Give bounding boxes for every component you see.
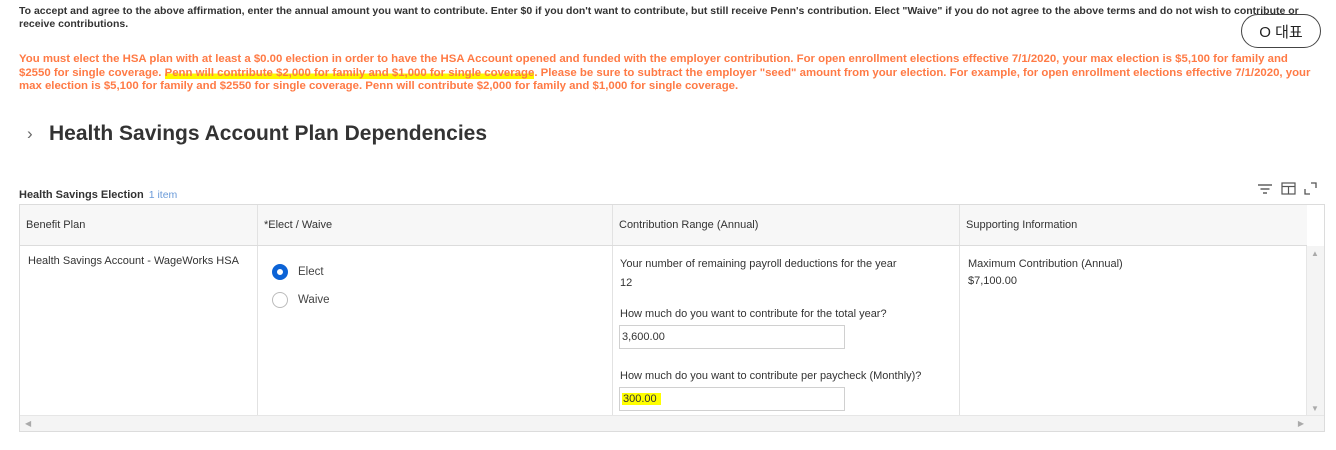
elect-option[interactable]: Elect: [272, 264, 324, 280]
scroll-up-icon[interactable]: ▲: [1311, 249, 1319, 258]
per-paycheck-amount-input[interactable]: 300.00: [619, 387, 845, 411]
elect-waive-cell: Elect Waive: [258, 246, 613, 416]
waive-label: Waive: [298, 294, 330, 306]
benefit-plan-name: Health Savings Account - WageWorks HSA: [28, 255, 239, 267]
column-header-supporting-info[interactable]: Supporting Information: [960, 205, 1307, 245]
expand-icon[interactable]: [1304, 182, 1317, 195]
elect-label: Elect: [298, 266, 324, 278]
section-title: Health Savings Account Plan Dependencies: [49, 122, 488, 145]
max-contribution-label: Maximum Contribution (Annual): [968, 258, 1123, 270]
highlighted-penn-contribution: Penn will contribute $2,000 for family a…: [164, 66, 535, 79]
affirmation-instructions: To accept and agree to the above affirma…: [19, 5, 1299, 30]
horizontal-scrollbar[interactable]: ◀ ▶: [20, 415, 1324, 431]
grid-header-row: Benefit Plan *Elect / Waive Contribution…: [20, 205, 1307, 246]
scroll-right-icon[interactable]: ▶: [1298, 419, 1304, 428]
total-year-amount-input[interactable]: 3,600.00: [619, 325, 845, 349]
vertical-scrollbar[interactable]: ▲ ▼: [1306, 246, 1324, 416]
grid-title: Health Savings Election: [19, 189, 144, 201]
chevron-right-icon[interactable]: ›: [27, 124, 49, 144]
remaining-deductions-value: 12: [620, 277, 633, 289]
health-savings-election-grid: Benefit Plan *Elect / Waive Contribution…: [19, 204, 1325, 432]
max-contribution-value: $7,100.00: [968, 275, 1017, 287]
contribution-range-cell: Your number of remaining payroll deducti…: [613, 246, 960, 416]
per-paycheck-amount-value: 300.00: [622, 393, 661, 405]
benefit-plan-cell: Health Savings Account - WageWorks HSA: [20, 246, 258, 416]
column-view-icon[interactable]: [1281, 182, 1296, 195]
grid-item-count: 1 item: [148, 189, 178, 201]
per-paycheck-question: How much do you want to contribute per p…: [620, 370, 922, 382]
radio-unselected-icon[interactable]: [272, 292, 288, 308]
section-header[interactable]: › Health Savings Account Plan Dependenci…: [27, 122, 487, 146]
column-header-contribution-range[interactable]: Contribution Range (Annual): [613, 205, 960, 245]
supporting-info-cell: Maximum Contribution (Annual) $7,100.00: [960, 246, 1307, 416]
filter-icon[interactable]: [1257, 183, 1273, 195]
total-year-question: How much do you want to contribute for t…: [620, 308, 887, 320]
column-header-elect-waive[interactable]: *Elect / Waive: [258, 205, 613, 245]
grid-header: Health Savings Election 1 item: [19, 182, 1317, 201]
scroll-down-icon[interactable]: ▼: [1311, 404, 1319, 413]
translate-button[interactable]: O 대표: [1241, 14, 1321, 48]
scroll-left-icon[interactable]: ◀: [25, 419, 31, 428]
waive-option[interactable]: Waive: [272, 292, 330, 308]
hsa-warning-message: You must elect the HSA plan with at leas…: [19, 53, 1321, 94]
remaining-deductions-label: Your number of remaining payroll deducti…: [620, 258, 897, 270]
grid-toolbar: [1257, 182, 1317, 195]
radio-selected-icon[interactable]: [272, 264, 288, 280]
column-header-benefit-plan[interactable]: Benefit Plan: [20, 205, 258, 245]
